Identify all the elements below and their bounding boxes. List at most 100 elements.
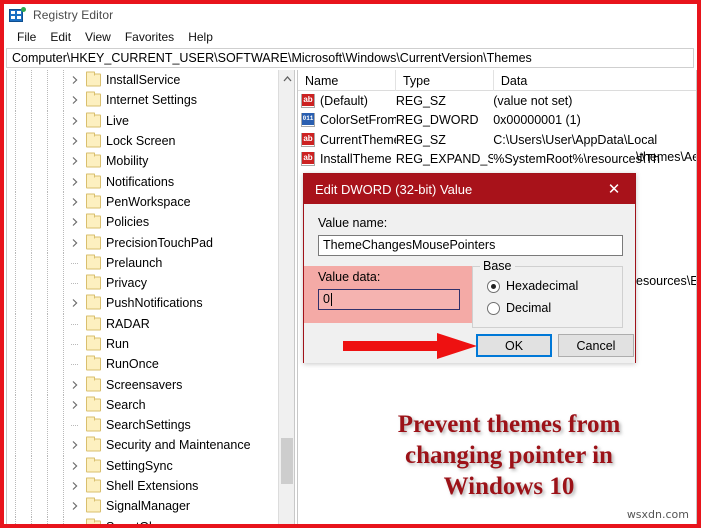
tree-item[interactable]: Screensavers bbox=[7, 374, 279, 396]
radio-hexadecimal[interactable]: Hexadecimal bbox=[487, 279, 578, 293]
tree-item[interactable]: PushNotifications bbox=[7, 293, 279, 314]
scroll-up-icon[interactable] bbox=[279, 70, 294, 87]
tree-item[interactable]: InstallService bbox=[7, 70, 279, 91]
tree-guide bbox=[47, 130, 48, 152]
tree-guide bbox=[63, 191, 64, 213]
chevron-right-icon[interactable] bbox=[70, 116, 80, 126]
chevron-right-icon[interactable] bbox=[70, 75, 80, 85]
tree-item[interactable]: Security and Maintenance bbox=[7, 435, 279, 456]
tree-item[interactable]: Privacy bbox=[7, 272, 279, 294]
obscured-data-text: esources\Ease bbox=[636, 274, 696, 288]
tree-item-label: Security and Maintenance bbox=[106, 438, 251, 453]
tree-guide bbox=[47, 293, 48, 314]
folder-icon bbox=[86, 294, 101, 310]
column-header-name[interactable]: Name bbox=[298, 70, 396, 91]
radio-label-hexadecimal: Hexadecimal bbox=[506, 279, 579, 293]
menu-help[interactable]: Help bbox=[181, 29, 220, 45]
radio-decimal[interactable]: Decimal bbox=[487, 301, 551, 315]
chevron-right-icon[interactable] bbox=[70, 501, 80, 511]
tree-guide bbox=[47, 435, 48, 456]
tree-guide bbox=[47, 90, 48, 111]
value-data-input[interactable]: 0 bbox=[318, 289, 460, 310]
dialog-title-bar: Edit DWORD (32-bit) Value ✕ bbox=[304, 174, 635, 204]
scrollbar-thumb[interactable] bbox=[281, 438, 293, 484]
tree-guide bbox=[63, 212, 64, 233]
chevron-right-icon[interactable] bbox=[70, 461, 80, 471]
menu-edit[interactable]: Edit bbox=[43, 29, 78, 45]
radio-label-decimal: Decimal bbox=[506, 301, 552, 315]
tree-guide bbox=[31, 171, 32, 192]
value-data-label: Value data: bbox=[318, 270, 381, 284]
tree-item[interactable]: PrecisionTouchPad bbox=[7, 232, 279, 253]
tree-item[interactable]: SearchSettings bbox=[7, 415, 279, 436]
chevron-right-icon[interactable] bbox=[70, 298, 80, 308]
tree-item[interactable]: SmartGlass bbox=[7, 516, 279, 524]
menu-file[interactable]: File bbox=[10, 29, 43, 45]
caption-line-1: Prevent themes from bbox=[397, 411, 621, 438]
table-row[interactable]: (Default) REG_SZ (value not set) bbox=[298, 91, 696, 111]
text-caret bbox=[330, 293, 332, 306]
chevron-right-icon[interactable] bbox=[70, 400, 80, 410]
title-bar: Registry Editor bbox=[4, 4, 697, 26]
ok-button[interactable]: OK bbox=[476, 334, 552, 357]
menu-favorites[interactable]: Favorites bbox=[118, 29, 181, 45]
tree-item[interactable]: Prelaunch bbox=[7, 252, 279, 274]
tree-guide bbox=[47, 516, 48, 524]
value-name-label: Value name: bbox=[318, 216, 388, 230]
radio-indicator-decimal[interactable] bbox=[487, 301, 500, 315]
chevron-right-icon[interactable] bbox=[70, 177, 80, 187]
table-row[interactable]: CurrentThemeREG_SZ C:\Users\User\AppData\… bbox=[298, 130, 696, 150]
tree-item[interactable]: Internet Settings bbox=[7, 90, 279, 111]
chevron-right-icon[interactable] bbox=[70, 197, 80, 207]
tree-guide bbox=[47, 496, 48, 517]
chevron-right-icon[interactable] bbox=[70, 217, 80, 227]
tree-guide bbox=[63, 252, 64, 273]
tree-guide bbox=[47, 171, 48, 192]
column-header-data[interactable]: Data bbox=[494, 70, 696, 91]
tree-guide bbox=[63, 374, 64, 395]
tree-item[interactable]: Policies bbox=[7, 212, 279, 233]
menu-bar: File Edit View Favorites Help bbox=[4, 27, 697, 46]
tree-item[interactable]: Live bbox=[7, 110, 279, 132]
value-name-text: ColorSetFromTh... bbox=[320, 113, 396, 128]
dialog-title: Edit DWORD (32-bit) Value bbox=[315, 181, 473, 197]
tree-item[interactable]: Mobility bbox=[7, 151, 279, 172]
chevron-right-icon[interactable] bbox=[70, 136, 80, 146]
chevron-right-icon[interactable] bbox=[70, 380, 80, 390]
close-icon[interactable]: ✕ bbox=[593, 174, 635, 204]
cancel-button[interactable]: Cancel bbox=[558, 334, 634, 357]
column-header-type[interactable]: Type bbox=[396, 70, 494, 91]
tree-item-label: PrecisionTouchPad bbox=[106, 235, 214, 250]
radio-indicator-hexadecimal[interactable] bbox=[487, 279, 500, 293]
tree-item[interactable]: Search bbox=[7, 394, 279, 416]
tree-item[interactable]: RunOnce bbox=[7, 354, 279, 375]
chevron-right-icon[interactable] bbox=[70, 95, 80, 105]
value-name-input[interactable]: ThemeChangesMousePointers bbox=[318, 235, 623, 256]
tree-guide bbox=[31, 191, 32, 213]
tree-leaf-marker bbox=[71, 425, 79, 427]
folder-icon bbox=[86, 234, 101, 250]
tree-guide bbox=[47, 70, 48, 91]
table-row[interactable]: ColorSetFromTh...REG_DWORD 0x00000001 (1) bbox=[298, 111, 696, 131]
tree-leaf-marker bbox=[71, 323, 79, 325]
tree-item[interactable]: Notifications bbox=[7, 171, 279, 193]
chevron-right-icon[interactable] bbox=[70, 440, 80, 450]
tree-item[interactable]: SettingSync bbox=[7, 455, 279, 477]
chevron-right-icon[interactable] bbox=[70, 481, 80, 491]
address-bar[interactable]: Computer\HKEY_CURRENT_USER\SOFTWARE\Micr… bbox=[6, 48, 694, 68]
tree-vertical-scrollbar[interactable] bbox=[278, 70, 294, 524]
tree-item[interactable]: Lock Screen bbox=[7, 130, 279, 152]
chevron-right-icon[interactable] bbox=[70, 238, 80, 248]
value-name-cell: ColorSetFromTh... bbox=[298, 113, 396, 128]
tree-item-label: SearchSettings bbox=[106, 418, 191, 433]
menu-view[interactable]: View bbox=[78, 29, 118, 45]
value-data-cell: C:\Users\User\AppData\Local bbox=[493, 132, 658, 147]
chevron-right-icon[interactable] bbox=[70, 156, 80, 166]
tree-leaf-marker bbox=[71, 344, 79, 345]
tree-item[interactable]: Run bbox=[7, 333, 279, 355]
tree-item[interactable]: Shell Extensions bbox=[7, 475, 279, 497]
tree-item[interactable]: PenWorkspace bbox=[7, 191, 279, 213]
tree-item[interactable]: SignalManager bbox=[7, 496, 279, 517]
tree-item[interactable]: RADAR bbox=[7, 313, 279, 335]
value-data-text: 0 bbox=[323, 292, 330, 306]
